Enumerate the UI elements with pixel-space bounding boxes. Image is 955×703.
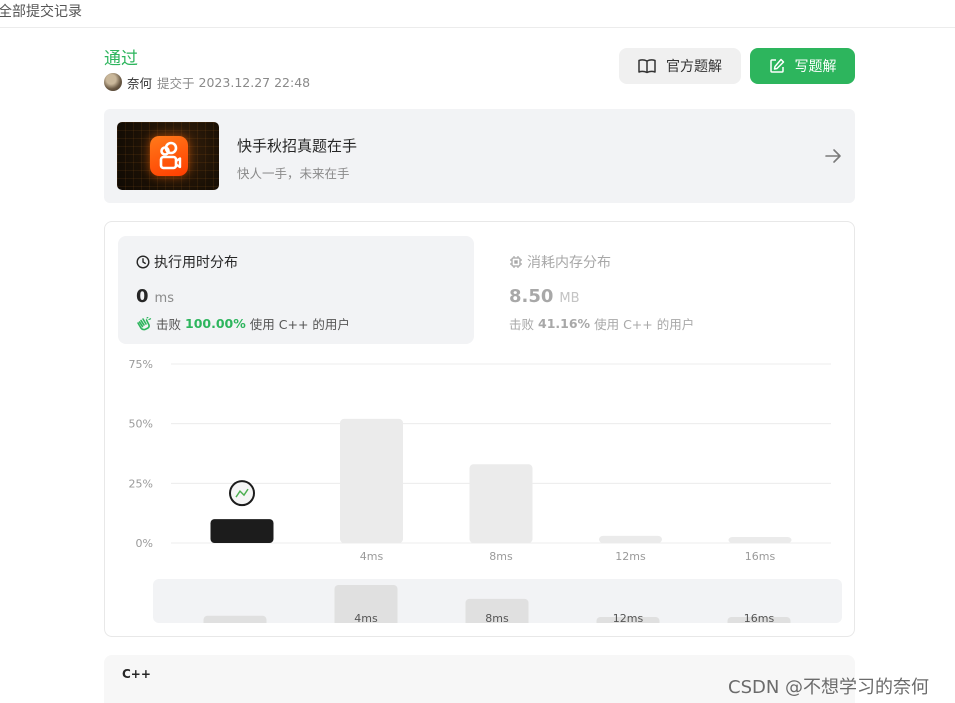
chart-overview-scrollbar[interactable]: 4ms 8ms 12ms 16ms bbox=[153, 579, 842, 623]
memory-tile[interactable]: 消耗内存分布 8.50 MB 击败 41.16% 使用 C++ 的用户 bbox=[491, 236, 847, 344]
memory-beat-percent: 41.16% bbox=[538, 316, 591, 331]
overview-chart: 4ms 8ms 12ms 16ms bbox=[203, 585, 791, 623]
submitted-prefix: 提交于 bbox=[157, 75, 195, 91]
memory-unit: MB bbox=[559, 291, 580, 306]
memory-value: 8.50 MB bbox=[509, 286, 580, 307]
x-tick-label: 8ms bbox=[489, 550, 513, 563]
overview-bar-0ms bbox=[203, 615, 267, 623]
bar-16ms bbox=[728, 537, 792, 543]
avatar[interactable] bbox=[104, 73, 122, 91]
promo-banner[interactable]: 快手秋招真题在手 快人一手，未来在手 bbox=[104, 109, 855, 203]
stats-card: 执行用时分布 0 ms 击败 100.00% 使用 C++ 的用户 消耗内存分布… bbox=[104, 221, 855, 637]
x-tick-label: 12ms bbox=[615, 550, 646, 563]
arrow-right-icon[interactable] bbox=[823, 146, 843, 166]
book-icon bbox=[638, 59, 656, 74]
edit-icon bbox=[769, 58, 784, 73]
promo-title: 快手秋招真题在手 bbox=[237, 137, 358, 155]
x-tick-label: 16ms bbox=[745, 550, 776, 563]
bar-12ms bbox=[599, 535, 662, 543]
submission-meta: 奈何 提交于 2023.12.27 22:48 bbox=[104, 73, 310, 91]
bar-0ms bbox=[210, 519, 274, 543]
runtime-tile[interactable]: 执行用时分布 0 ms 击败 100.00% 使用 C++ 的用户 bbox=[118, 236, 474, 344]
author-name[interactable]: 奈何 bbox=[127, 73, 152, 92]
all-submissions-link[interactable]: 全部提交记录 bbox=[0, 1, 82, 21]
y-tick-label: 50% bbox=[129, 418, 153, 431]
promo-thumbnail bbox=[117, 122, 219, 190]
clock-icon bbox=[136, 255, 150, 269]
official-solution-label: 官方题解 bbox=[666, 59, 722, 75]
runtime-value: 0 ms bbox=[136, 286, 174, 307]
promo-subtitle: 快人一手，未来在手 bbox=[237, 166, 350, 181]
clap-icon bbox=[137, 316, 152, 330]
write-solution-button[interactable]: 写题解 bbox=[750, 48, 855, 84]
overview-tick-label: 16ms bbox=[744, 612, 775, 623]
runtime-distribution-chart: 75% 50% 25% 0% 4ms 8ms 12ms 16ms bbox=[129, 358, 831, 563]
memory-beat: 击败 41.16% 使用 C++ 的用户 bbox=[509, 316, 695, 332]
runtime-beat-percent: 100.00% bbox=[185, 316, 246, 331]
watermark: CSDN @不想学习的奈何 bbox=[728, 677, 930, 698]
overview-tick-label: 12ms bbox=[613, 612, 644, 623]
overview-tick-label: 4ms bbox=[354, 612, 378, 623]
top-bar: 全部提交记录 bbox=[0, 0, 955, 28]
official-solution-button[interactable]: 官方题解 bbox=[619, 48, 741, 84]
x-tick-label: 4ms bbox=[360, 550, 384, 563]
code-language: C++ bbox=[122, 667, 151, 681]
submission-status: 通过 bbox=[104, 49, 138, 69]
runtime-title: 执行用时分布 bbox=[136, 252, 238, 272]
y-tick-label: 25% bbox=[129, 477, 153, 490]
write-solution-label: 写题解 bbox=[794, 59, 837, 75]
submitted-time: 2023.12.27 22:48 bbox=[198, 74, 311, 90]
kuaishou-logo-icon bbox=[150, 136, 188, 176]
runtime-unit: ms bbox=[154, 291, 174, 306]
y-tick-label: 0% bbox=[136, 537, 153, 550]
memory-number: 8.50 bbox=[509, 286, 554, 307]
user-avatar-marker bbox=[229, 480, 255, 507]
bar-4ms bbox=[340, 418, 403, 543]
memory-title: 消耗内存分布 bbox=[509, 252, 611, 272]
y-tick-label: 75% bbox=[129, 358, 153, 371]
overview-tick-label: 8ms bbox=[485, 612, 509, 623]
runtime-beat: 击败 100.00% 使用 C++ 的用户 bbox=[136, 314, 350, 333]
bar-8ms bbox=[469, 464, 533, 543]
runtime-number: 0 bbox=[136, 286, 149, 307]
chip-icon bbox=[510, 256, 522, 268]
